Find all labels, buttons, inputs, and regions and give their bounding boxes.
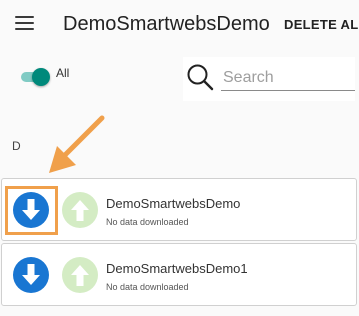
- section-header: D: [12, 139, 21, 153]
- list-item[interactable]: DemoSmartwebsDemo1 No data downloaded: [1, 243, 357, 306]
- download-icon[interactable]: [13, 257, 49, 293]
- all-toggle-label: All: [56, 66, 70, 80]
- all-toggle[interactable]: [19, 68, 50, 86]
- page-title: DemoSmartwebsDemo: [63, 13, 270, 35]
- item-title: DemoSmartwebsDemo1: [106, 261, 248, 276]
- search-input[interactable]: [221, 66, 355, 91]
- hamburger-menu-icon[interactable]: [15, 16, 34, 30]
- annotation-highlight-box: [5, 186, 58, 235]
- item-status: No data downloaded: [106, 217, 189, 227]
- toggle-thumb: [32, 68, 50, 86]
- item-status: No data downloaded: [106, 282, 189, 292]
- search-icon[interactable]: [186, 63, 214, 91]
- upload-icon: [62, 192, 98, 228]
- delete-all-button[interactable]: DELETE ALL: [284, 17, 359, 32]
- app-bar: DemoSmartwebsDemo DELETE ALL: [0, 0, 359, 50]
- item-title: DemoSmartwebsDemo: [106, 196, 241, 211]
- upload-icon: [62, 257, 98, 293]
